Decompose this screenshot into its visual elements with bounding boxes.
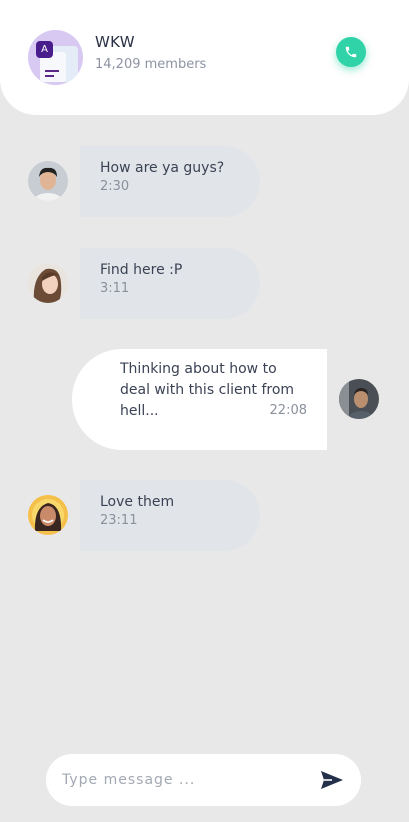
- avatar-man-1[interactable]: [28, 161, 68, 201]
- avatar-self[interactable]: [339, 379, 379, 419]
- group-avatar-badge: A: [36, 41, 53, 58]
- message-bubble-outgoing: Thinking about how to deal with this cli…: [72, 349, 327, 450]
- message-bubble: Find here :P 3:11: [80, 248, 260, 319]
- message-time: 3:11: [100, 281, 130, 296]
- message-text: How are ya guys?: [100, 160, 225, 176]
- document-line: [45, 75, 54, 77]
- message-time: 2:30: [100, 179, 130, 194]
- avatar-woman-2[interactable]: [28, 495, 68, 535]
- call-button[interactable]: [336, 37, 366, 67]
- message-time: 23:11: [100, 513, 138, 528]
- send-button[interactable]: [318, 768, 346, 792]
- message-input[interactable]: [62, 768, 302, 792]
- message-text: Find here :P: [100, 262, 183, 278]
- message-text: Love them: [100, 494, 175, 510]
- member-count: 14,209 members: [95, 57, 207, 72]
- message-bubble: Love them 23:11: [80, 480, 260, 551]
- phone-icon: [345, 46, 357, 58]
- group-avatar[interactable]: A: [28, 30, 83, 85]
- message-time: 22:08: [269, 403, 307, 418]
- document-line: [45, 70, 59, 72]
- message-bubble: How are ya guys? 2:30: [80, 146, 260, 217]
- avatar-woman-1[interactable]: [28, 263, 68, 303]
- send-icon: [321, 771, 343, 789]
- group-name: WKW: [95, 33, 135, 51]
- message-composer: [46, 754, 361, 806]
- chat-header: A WKW 14,209 members: [0, 0, 409, 115]
